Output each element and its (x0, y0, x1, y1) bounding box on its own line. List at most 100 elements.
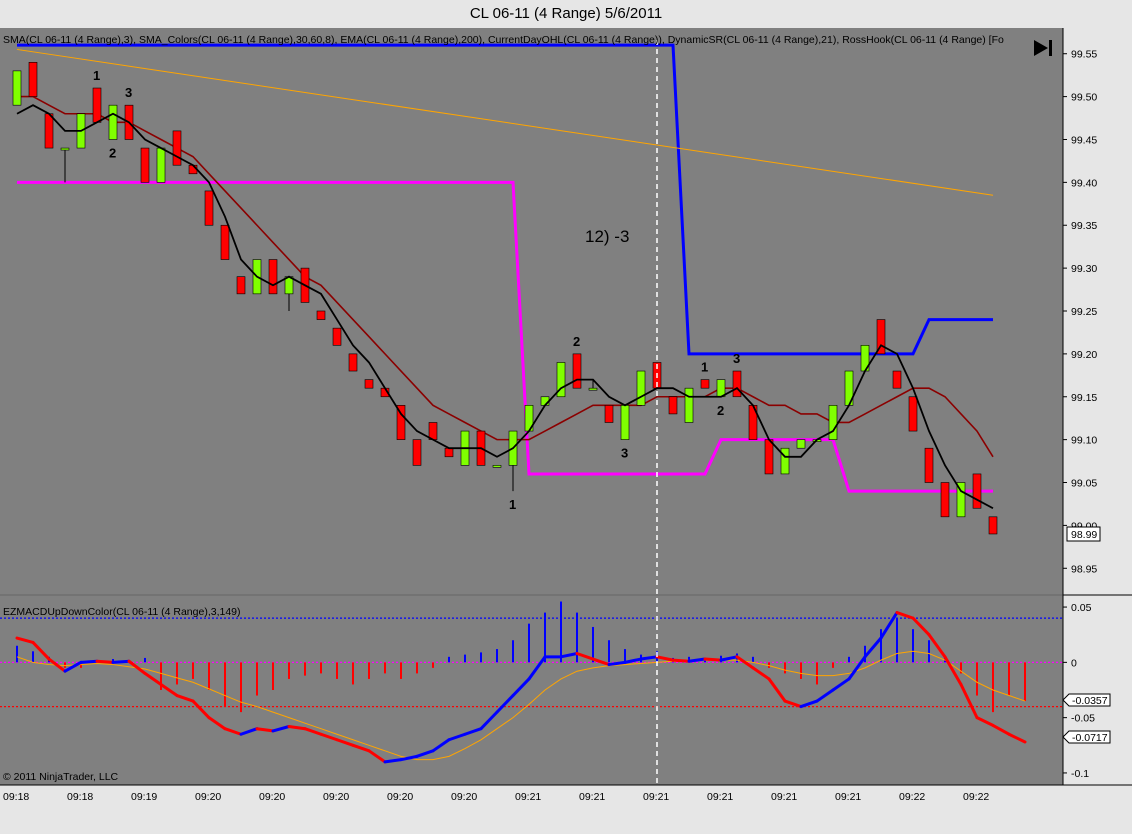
macd-value-text-1: -0.0357 (1072, 695, 1108, 707)
candle-body (716, 379, 726, 398)
macd-line-segment (703, 657, 723, 662)
price-tick-label: 98.95 (1071, 563, 1097, 575)
candle-body (172, 130, 182, 166)
swing-label: 3 (125, 85, 132, 100)
candle-body (236, 276, 246, 295)
candle-body (764, 439, 774, 475)
candle-body (108, 104, 118, 140)
swing-label: 1 (701, 360, 708, 375)
candle-body (668, 396, 678, 415)
candle-body (796, 439, 806, 449)
price-tick-label: 99.10 (1071, 435, 1097, 447)
candle-body (348, 353, 358, 372)
candle-body (700, 379, 710, 389)
swing-label: 2 (573, 334, 580, 349)
trade-annotation: 12) -3 (585, 227, 629, 246)
x-tick-label: 09:22 (963, 791, 989, 803)
price-tick-label: 99.05 (1071, 478, 1097, 490)
price-tick-label: 99.15 (1071, 392, 1097, 404)
candle-body (972, 473, 982, 509)
chart-title: CL 06-11 (4 Range) 5/6/2011 (469, 5, 663, 22)
candle-body (140, 147, 150, 183)
price-tick-label: 99.40 (1071, 177, 1097, 189)
x-tick-label: 09:21 (771, 791, 797, 803)
candle-body (204, 190, 214, 226)
candle-body (732, 370, 742, 398)
macd-indicator-label: EZMACDUpDownColor(CL 06-11 (4 Range),3,1… (3, 606, 241, 618)
candle-body (220, 224, 230, 260)
macd-tick-label: -0.1 (1071, 768, 1089, 780)
candle-body (492, 465, 502, 468)
candle-body (412, 439, 422, 466)
last-price-text: 98.99 (1071, 529, 1097, 541)
swing-label: 1 (509, 497, 516, 512)
x-tick-label: 09:20 (451, 791, 477, 803)
x-tick-label: 09:20 (259, 791, 285, 803)
candle-body (268, 259, 278, 295)
candle-body (684, 387, 694, 423)
macd-tick-label: -0.05 (1071, 713, 1095, 725)
candle-body (284, 276, 294, 295)
x-tick-label: 09:20 (323, 791, 349, 803)
x-tick-label: 09:18 (67, 791, 93, 803)
price-indicator-label: SMA(CL 06-11 (4 Range),3), SMA_Colors(CL… (3, 34, 1004, 46)
candle-body (428, 422, 438, 440)
price-tick-label: 99.30 (1071, 263, 1097, 275)
last-price-marker: 98.99 (1066, 526, 1101, 542)
candle-body (636, 370, 646, 406)
candle-body (156, 147, 166, 183)
price-panel-bg (0, 28, 1063, 594)
macd-line-segment (79, 659, 99, 664)
candle-body (364, 379, 374, 389)
candle-body (940, 482, 950, 518)
macd-tick-label: 0 (1071, 657, 1077, 669)
candle-body (828, 405, 838, 440)
chart-svg[interactable]: 132123132 98.9599.0099.0599.1099.1599.20… (0, 28, 1132, 829)
copyright-text: © 2011 NinjaTrader, LLC (3, 771, 119, 783)
candle-body (12, 70, 22, 106)
x-tick-label: 09:20 (387, 791, 413, 803)
swing-label: 2 (717, 403, 724, 418)
x-tick-label: 09:21 (835, 791, 861, 803)
candle-body (60, 147, 70, 151)
swing-label: 3 (621, 446, 628, 461)
macd-line-segment (111, 659, 131, 664)
x-tick-label: 09:19 (131, 791, 157, 803)
swing-label: 1 (93, 68, 100, 83)
chart-area[interactable]: 132123132 98.95 99.00 99.05 99.10 99.15 99.20… (0, 28, 1132, 829)
price-tick-label: 99.35 (1071, 220, 1097, 232)
macd-line-segment (95, 659, 115, 664)
x-tick-label: 09:21 (515, 791, 541, 803)
x-tick-label: 09:21 (707, 791, 733, 803)
x-tick-label: 09:21 (643, 791, 669, 803)
price-tick-label: 99.55 (1071, 49, 1097, 61)
candle-body (620, 405, 630, 440)
candle-body (444, 447, 454, 458)
macd-tick-label: 0.05 (1071, 602, 1092, 614)
price-tick-label: 99.45 (1071, 134, 1097, 146)
candle-body (988, 516, 998, 535)
x-tick-label: 09:18 (3, 791, 29, 803)
candle-body (604, 405, 614, 423)
candle-body (892, 370, 902, 389)
candle-body (332, 327, 342, 346)
swing-label: 3 (733, 351, 740, 366)
macd-value-text-2: -0.0717 (1072, 732, 1108, 744)
candle-body (92, 87, 102, 123)
price-tick-label: 99.20 (1071, 349, 1097, 361)
candle-body (588, 387, 598, 391)
x-tick-label: 09:21 (579, 791, 605, 803)
candle-body (44, 113, 54, 149)
candle-body (780, 447, 790, 475)
x-tick-label: 09:20 (195, 791, 221, 803)
macd-value-marker-2: -0.0717 (1062, 730, 1111, 744)
candle-body (924, 447, 934, 483)
price-tick-label: 99.50 (1071, 92, 1097, 104)
candle-body (316, 310, 326, 320)
candle-body (28, 62, 38, 97)
price-tick-label: 99.25 (1071, 306, 1097, 318)
macd-panel-bg (0, 596, 1063, 785)
x-tick-label: 09:22 (899, 791, 925, 803)
macd-line-segment (671, 658, 691, 663)
candle-body (572, 353, 582, 389)
